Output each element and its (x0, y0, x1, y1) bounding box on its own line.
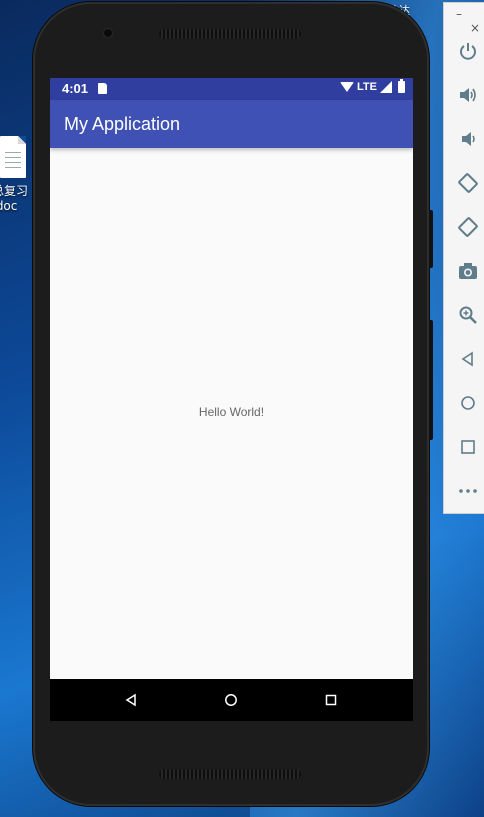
screenshot-button[interactable] (456, 259, 480, 283)
camera-icon (459, 263, 477, 279)
recent-square-icon (325, 694, 337, 706)
back-triangle-icon (125, 693, 136, 707)
rotate-right-icon (458, 217, 478, 237)
zoom-icon (459, 306, 477, 324)
signal-icon (380, 81, 392, 93)
close-button[interactable]: × (470, 21, 480, 35)
desktop-file-doc[interactable]: 总复习 .doc (0, 136, 32, 214)
main-content: Hello World! (50, 148, 413, 679)
wifi-icon (340, 82, 355, 92)
emu-more-button[interactable] (456, 479, 480, 503)
more-icon (459, 489, 477, 493)
front-camera (104, 29, 112, 37)
sd-card-icon (98, 83, 107, 94)
rotate-left-button[interactable] (456, 171, 480, 195)
document-icon (0, 136, 26, 178)
back-icon (461, 351, 473, 367)
emulator-window-controls: – × (456, 7, 484, 35)
nav-recent-button[interactable] (324, 693, 338, 707)
zoom-button[interactable] (456, 303, 480, 327)
rotate-right-button[interactable] (456, 215, 480, 239)
battery-icon (398, 79, 405, 93)
network-type: LTE (357, 81, 377, 93)
volume-up-icon (460, 88, 476, 102)
volume-down-button[interactable] (456, 127, 480, 151)
emu-overview-button[interactable] (456, 435, 480, 459)
bottom-speaker (159, 769, 301, 779)
home-icon (461, 396, 475, 410)
emulator-toolbar: – × (443, 2, 484, 514)
phone-frame: 4:01 LTE My Application Hello World! (33, 2, 433, 806)
app-title: My Application (64, 114, 181, 134)
app-bar: My Application (50, 100, 413, 148)
status-indicators: LTE (340, 79, 405, 93)
minimize-button[interactable]: – (456, 7, 462, 21)
volume-up-button[interactable] (456, 83, 480, 107)
volume-down-icon (462, 132, 475, 146)
file-label: 总复习 .doc (0, 184, 29, 213)
nav-home-button[interactable] (224, 693, 238, 707)
emu-home-button[interactable] (456, 391, 480, 415)
overview-icon (461, 440, 475, 454)
nav-back-button[interactable] (124, 693, 138, 707)
rotate-left-icon (458, 173, 478, 193)
status-bar: 4:01 LTE (50, 78, 413, 100)
hello-text: Hello World! (198, 405, 265, 419)
power-side-button[interactable] (429, 210, 433, 268)
device-screen: 4:01 LTE My Application Hello World! (50, 78, 413, 721)
navigation-bar (50, 679, 413, 721)
emu-back-button[interactable] (456, 347, 480, 371)
home-circle-icon (225, 694, 237, 706)
power-button[interactable] (456, 39, 480, 63)
volume-side-button[interactable] (429, 320, 433, 440)
status-time: 4:01 (62, 81, 89, 96)
power-icon (460, 43, 476, 60)
top-speaker (159, 29, 301, 39)
